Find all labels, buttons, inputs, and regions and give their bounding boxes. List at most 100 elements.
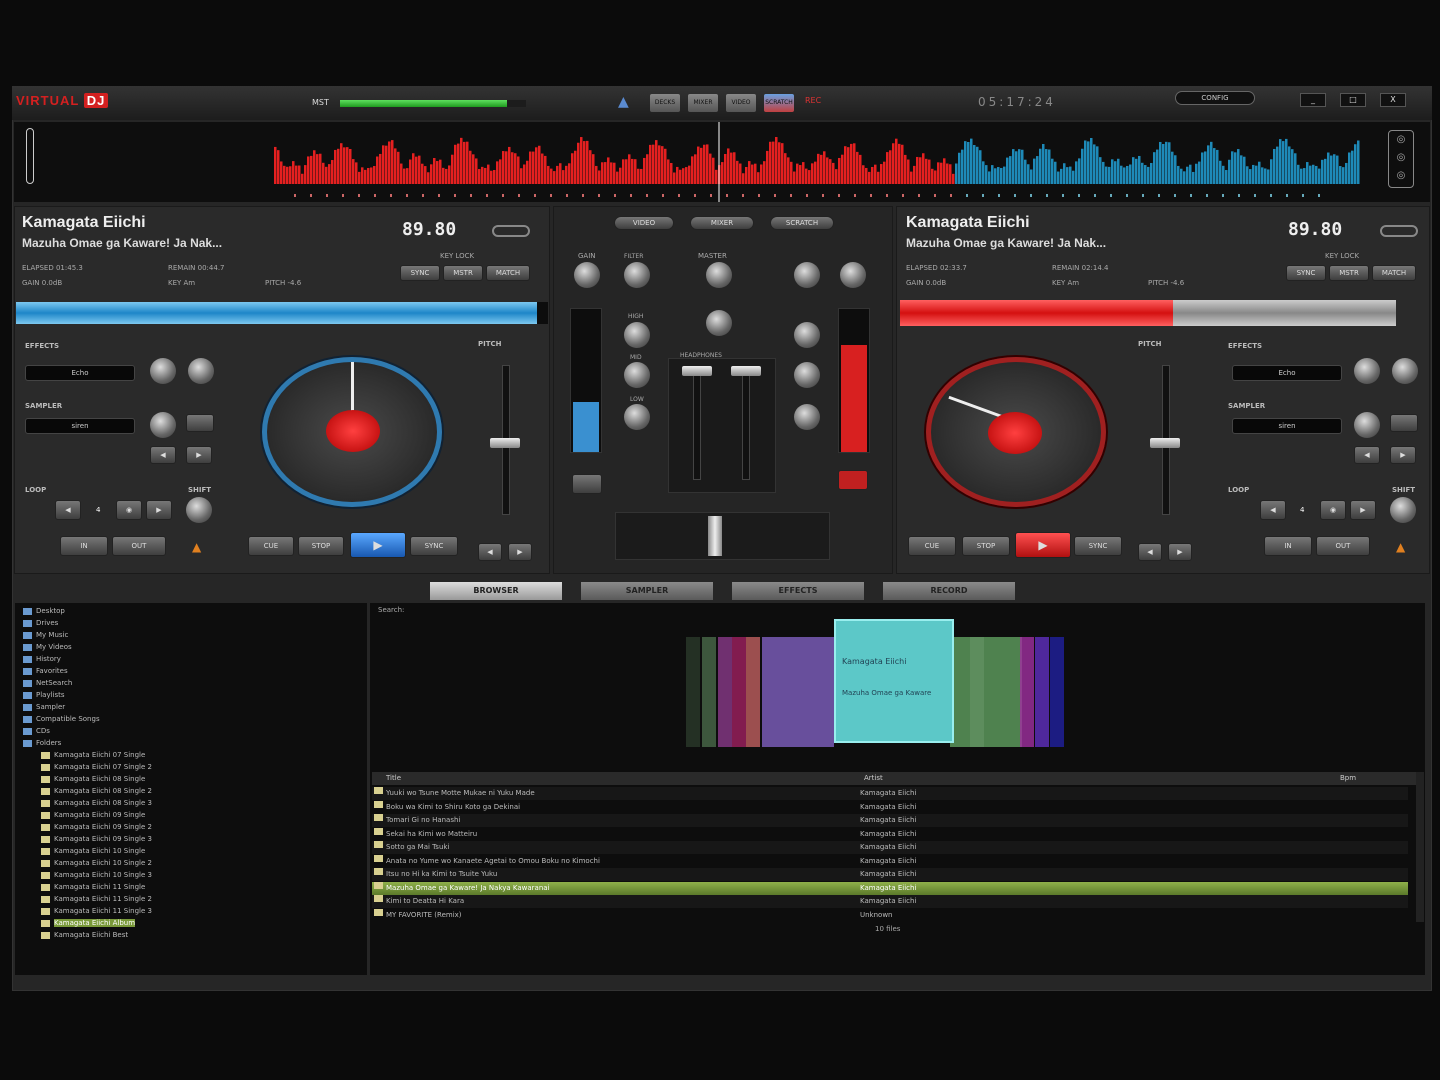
right-keylock-toggle[interactable]	[1380, 225, 1418, 237]
right-deck-progress[interactable]	[900, 300, 1396, 326]
tree-folder[interactable]: Kamagata Eiichi 07 Single 2	[23, 761, 367, 773]
left-loop-half-button[interactable]: ◀	[55, 500, 81, 520]
left-in-button[interactable]: IN	[60, 536, 108, 556]
view-scratch-button[interactable]: SCRATCH	[764, 94, 794, 112]
track-row[interactable]: Mazuha Omae ga Kaware! Ja Nakya Kawarana…	[372, 881, 1408, 895]
minimize-button[interactable]: _	[1300, 93, 1326, 107]
right-sync-transport-button[interactable]: SYNC	[1074, 536, 1122, 556]
folder-tree[interactable]: Desktop Drives My Music My Videos History Fav…	[15, 603, 367, 975]
column-artist[interactable]: Artist	[864, 772, 883, 785]
master-volume-slider[interactable]	[340, 100, 526, 107]
right-play-button[interactable]: ▶	[1015, 532, 1071, 558]
track-row[interactable]: MY FAVORITE (Remix) Unknown	[372, 908, 1408, 922]
tree-folder[interactable]: Kamagata Eiichi 09 Single 3	[23, 833, 367, 845]
record-button[interactable]: REC	[805, 96, 821, 105]
track-row[interactable]: Boku wa Kimi to Shiru Koto ga Dekinai Kam…	[372, 800, 1408, 814]
view-mixer-button[interactable]: MIXER	[688, 94, 718, 112]
cover-thumbnail[interactable]	[746, 637, 760, 747]
tree-folder[interactable]: Kamagata Eiichi 08 Single	[23, 773, 367, 785]
tree-item[interactable]: Folders	[23, 737, 367, 749]
tree-item[interactable]: Sampler	[23, 701, 367, 713]
tree-item[interactable]: NetSearch	[23, 677, 367, 689]
tree-folder[interactable]: Kamagata Eiichi 11 Single	[23, 881, 367, 893]
left-play-button[interactable]: ▶	[350, 532, 406, 558]
cover-flow[interactable]: Kamagata Eiichi Mazuha Omae ga Kaware	[680, 619, 1070, 770]
tree-item[interactable]: Favorites	[23, 665, 367, 677]
tab-browser[interactable]: BROWSER	[430, 582, 562, 600]
track-row[interactable]: Anata no Yume wo Kanaete Agetai to Omou …	[372, 854, 1408, 868]
rhythm-waveform[interactable]	[14, 122, 1430, 202]
left-loop-button[interactable]: ◉	[116, 500, 142, 520]
right-pitch-handle[interactable]	[1150, 438, 1180, 448]
mixer-scratch-button[interactable]: SCRATCH	[770, 216, 834, 230]
right-cue-button[interactable]: CUE	[908, 536, 956, 556]
left-master-button[interactable]: MSTR	[443, 265, 483, 281]
tree-folder[interactable]: Kamagata Eiichi 07 Single	[23, 749, 367, 761]
cover-thumbnail[interactable]	[950, 637, 1022, 747]
right-sample-select[interactable]: siren	[1232, 418, 1342, 434]
left-pitch-down-button[interactable]: ◀	[478, 543, 502, 561]
mixer-video-button[interactable]: VIDEO	[614, 216, 674, 230]
left-mid-knob[interactable]	[624, 362, 650, 388]
left-volume-handle[interactable]	[682, 366, 712, 376]
left-keylock-toggle[interactable]	[492, 225, 530, 237]
tree-item[interactable]: History	[23, 653, 367, 665]
tree-item[interactable]: Compatible Songs	[23, 713, 367, 725]
left-lock-icon[interactable]: ▲	[192, 540, 201, 554]
right-pitch-down-button[interactable]: ◀	[1138, 543, 1162, 561]
master-knob[interactable]	[706, 262, 732, 288]
right-volume-handle[interactable]	[731, 366, 761, 376]
tree-folder[interactable]: Kamagata Eiichi 08 Single 2	[23, 785, 367, 797]
track-row[interactable]: Itsu no Hi ka Kimi to Tsuite Yuku Kamagat…	[372, 868, 1408, 881]
right-loop-double-button[interactable]: ▶	[1350, 500, 1376, 520]
tab-effects[interactable]: EFFECTS	[732, 582, 864, 600]
right-effect-param2-knob[interactable]	[1392, 358, 1418, 384]
right-stop-button[interactable]: STOP	[962, 536, 1010, 556]
tab-sampler[interactable]: SAMPLER	[581, 582, 713, 600]
left-sample-select[interactable]: siren	[25, 418, 135, 434]
view-video-button[interactable]: VIDEO	[726, 94, 756, 112]
left-high-knob[interactable]	[624, 322, 650, 348]
left-out-button[interactable]: OUT	[112, 536, 166, 556]
tree-item[interactable]: Desktop	[23, 605, 367, 617]
left-effect-param2-knob[interactable]	[188, 358, 214, 384]
column-title[interactable]: Title	[386, 772, 401, 785]
view-decks-button[interactable]: DECKS	[650, 94, 680, 112]
tree-folder[interactable]: Kamagata Eiichi 10 Single	[23, 845, 367, 857]
column-bpm[interactable]: Bpm	[1340, 772, 1356, 785]
cover-thumbnail[interactable]	[762, 637, 834, 747]
tree-folder[interactable]: Kamagata Eiichi 09 Single	[23, 809, 367, 821]
tree-folder[interactable]: Kamagata Eiichi 09 Single 2	[23, 821, 367, 833]
right-out-button[interactable]: OUT	[1316, 536, 1370, 556]
right-in-button[interactable]: IN	[1264, 536, 1312, 556]
tree-folder[interactable]: Kamagata Eiichi Album	[23, 917, 367, 929]
right-sampler-volume-knob[interactable]	[1354, 412, 1380, 438]
left-sampler-rec-button[interactable]	[186, 414, 214, 432]
right-effect-param1-knob[interactable]	[1354, 358, 1380, 384]
right-sampler-rec-button[interactable]	[1390, 414, 1418, 432]
right-loop-button[interactable]: ◉	[1320, 500, 1346, 520]
track-list-scrollbar[interactable]	[1416, 772, 1424, 922]
tree-folder[interactable]: Kamagata Eiichi 10 Single 2	[23, 857, 367, 869]
right-sync-button[interactable]: SYNC	[1286, 265, 1326, 281]
right-shift-knob[interactable]	[1390, 497, 1416, 523]
left-sampler-play-button[interactable]: ◀	[150, 446, 176, 464]
left-sync-transport-button[interactable]: SYNC	[410, 536, 458, 556]
track-row[interactable]: Sotto ga Mai Tsuki Kamagata Eiichi	[372, 841, 1408, 854]
left-pitch-up-button[interactable]: ▶	[508, 543, 532, 561]
cover-thumbnail[interactable]	[686, 637, 700, 747]
cover-thumbnail[interactable]	[702, 637, 716, 747]
tree-folder[interactable]: Kamagata Eiichi Best	[23, 929, 367, 941]
left-sampler-next-button[interactable]: ▶	[186, 446, 212, 464]
left-shift-knob[interactable]	[186, 497, 212, 523]
left-pitch-handle[interactable]	[490, 438, 520, 448]
right-lock-icon[interactable]: ▲	[1396, 540, 1405, 554]
left-volume-fader[interactable]	[693, 370, 701, 480]
search-input[interactable]	[420, 604, 800, 614]
left-cue-button[interactable]: CUE	[248, 536, 294, 556]
tree-folder[interactable]: Kamagata Eiichi 11 Single 2	[23, 893, 367, 905]
left-loop-double-button[interactable]: ▶	[146, 500, 172, 520]
eject-up-icon[interactable]: ▲	[618, 94, 638, 112]
right-pfl-button[interactable]	[838, 470, 868, 490]
right-match-button[interactable]: MATCH	[1372, 265, 1416, 281]
